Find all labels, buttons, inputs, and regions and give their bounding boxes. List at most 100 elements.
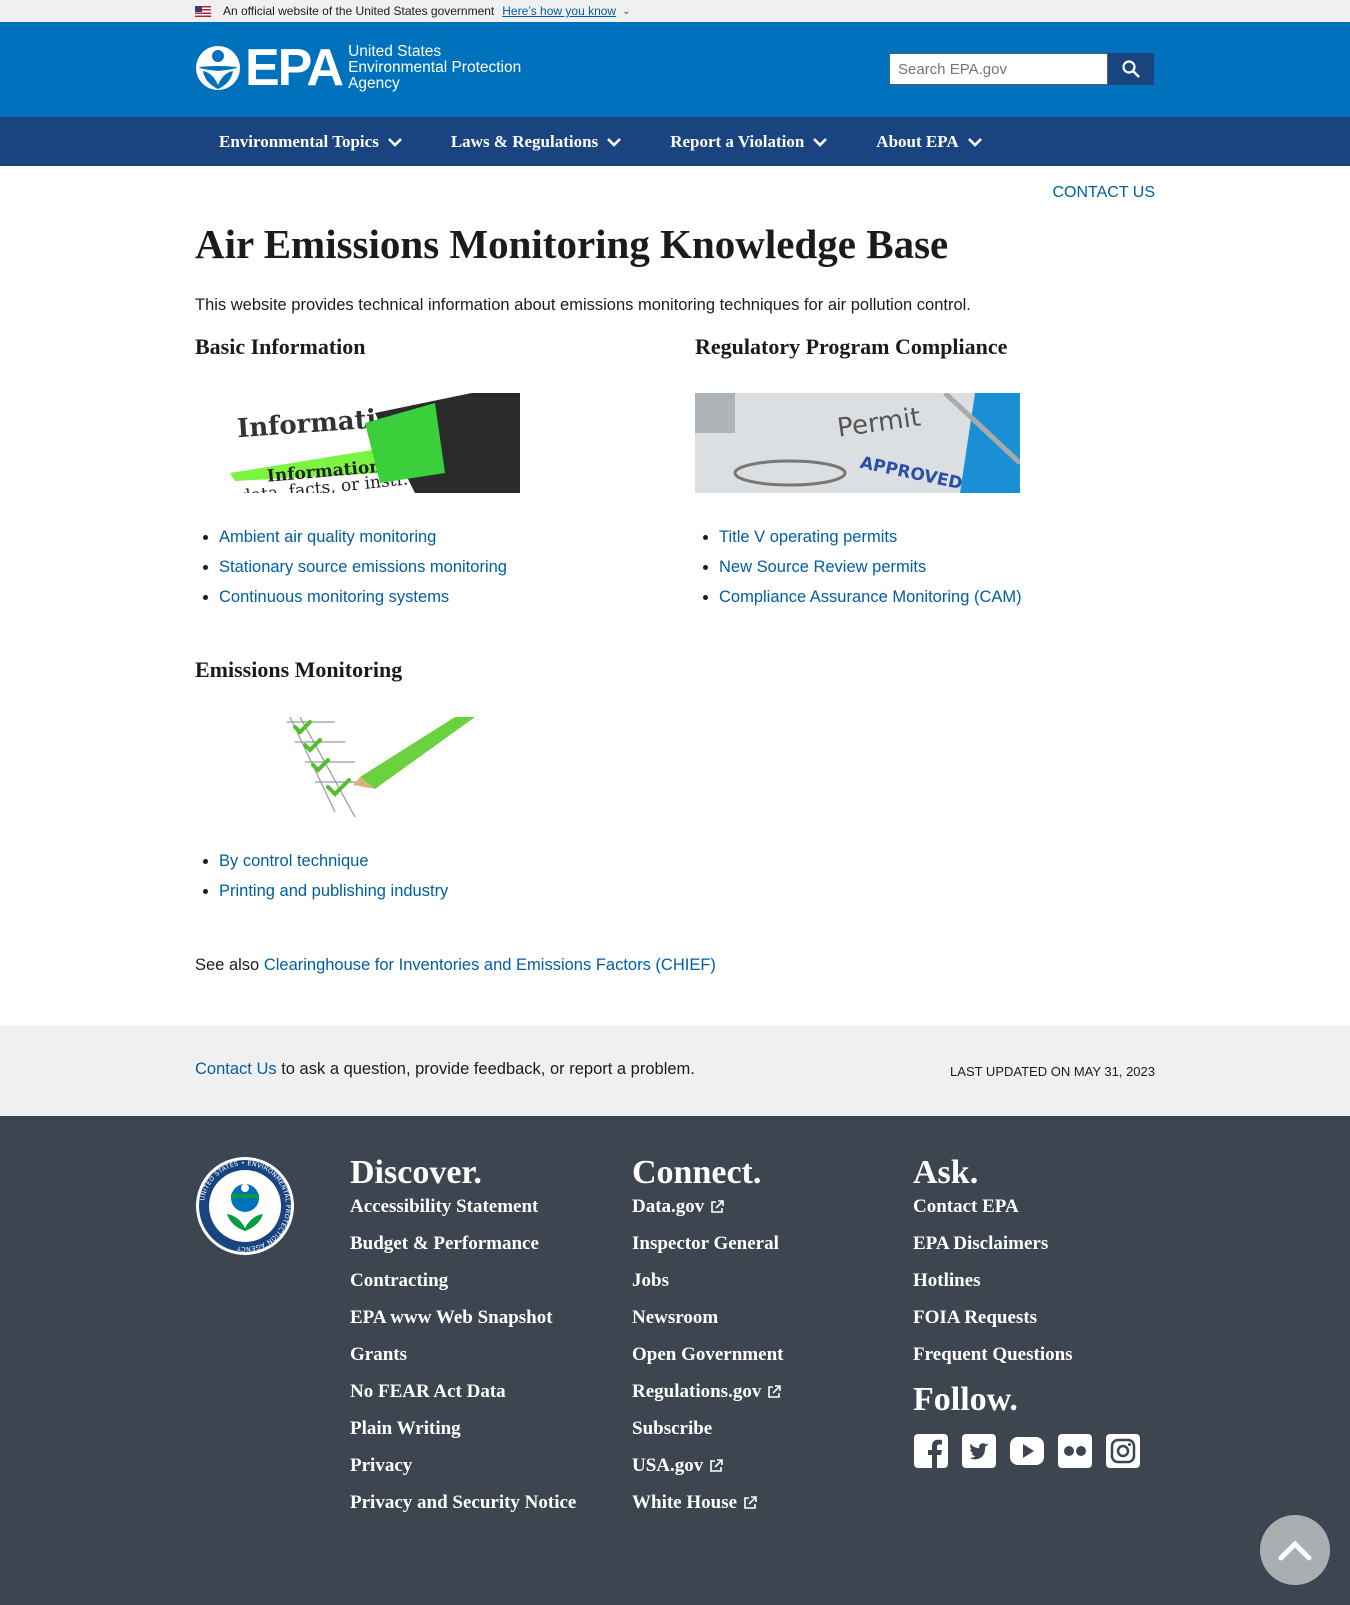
external-link-icon [710, 1458, 724, 1472]
youtube-icon[interactable] [1009, 1433, 1045, 1469]
footer-link-white-house[interactable]: White House [632, 1492, 783, 1513]
epa-flower-logo-icon [196, 46, 240, 90]
last-updated: LAST UPDATED ON MAY 31, 2023 [950, 1064, 1155, 1079]
flickr-icon[interactable] [1057, 1433, 1093, 1469]
nav-item-report-a-violation[interactable]: Report a Violation [646, 117, 852, 166]
footer-link-jobs[interactable]: Jobs [632, 1270, 783, 1291]
footer-link-privacy[interactable]: Privacy [350, 1455, 590, 1476]
chevron-down-icon [387, 137, 402, 147]
list-item: Continuous monitoring systems [219, 587, 507, 617]
list-item: Printing and publishing industry [219, 881, 448, 911]
footer-link-budget[interactable]: Budget & Performance [350, 1233, 590, 1254]
intro-text: This website provides technical informat… [195, 296, 971, 314]
epa-seal-icon[interactable]: UNITED STATES • ENVIRONMENTAL PROTECTION… [195, 1156, 295, 1256]
footer-link-disclaimers[interactable]: EPA Disclaimers [913, 1233, 1141, 1254]
footer-link-hotlines[interactable]: Hotlines [913, 1270, 1141, 1291]
link-cam[interactable]: Compliance Assurance Monitoring (CAM) [719, 588, 1022, 606]
nav-item-environmental-topics[interactable]: Environmental Topics [195, 117, 427, 166]
follow-heading: Follow. [913, 1381, 1018, 1418]
main-nav: Environmental Topics Laws & Regulations … [0, 117, 1350, 166]
back-to-top-button[interactable] [1260, 1515, 1330, 1585]
footer-link-plain-writing[interactable]: Plain Writing [350, 1418, 590, 1439]
twitter-icon[interactable] [961, 1433, 997, 1469]
footer-link-grants[interactable]: Grants [350, 1344, 590, 1365]
chevron-down-icon [813, 137, 828, 147]
footer-link-inspector-general[interactable]: Inspector General [632, 1233, 783, 1254]
basic-information-links: Ambient air quality monitoring Stationar… [195, 527, 507, 617]
us-flag-icon [195, 5, 211, 17]
nav-item-about-epa[interactable]: About EPA [852, 117, 1006, 166]
nav-item-laws-regulations[interactable]: Laws & Regulations [427, 117, 646, 166]
external-link-icon [744, 1495, 757, 1509]
link-continuous-monitoring[interactable]: Continuous monitoring systems [219, 588, 449, 606]
epa-logo[interactable]: EPA United States Environmental Protecti… [195, 39, 522, 97]
regulatory-compliance-links: Title V operating permits New Source Rev… [695, 527, 1022, 617]
feedback-contact-us-link[interactable]: Contact Us [195, 1060, 277, 1078]
footer-link-contact-epa[interactable]: Contact EPA [913, 1196, 1141, 1217]
link-title-v-permits[interactable]: Title V operating permits [719, 528, 897, 546]
footer-ask: Ask. Contact EPA EPA Disclaimers Hotline… [913, 1154, 1141, 1469]
connect-heading: Connect. [632, 1154, 762, 1191]
emissions-monitoring-links: By control technique Printing and publis… [195, 851, 448, 911]
list-item: Title V operating permits [719, 527, 1022, 557]
footer-link-open-government[interactable]: Open Government [632, 1344, 783, 1365]
social-links [913, 1433, 1141, 1469]
list-item: Stationary source emissions monitoring [219, 557, 507, 587]
external-link-icon [711, 1199, 725, 1213]
list-item: Ambient air quality monitoring [219, 527, 507, 557]
chevron-down-icon[interactable]: ⌄ [622, 6, 630, 17]
search-icon [1122, 60, 1140, 78]
footer-connect: Connect. Data.gov Inspector General Jobs… [632, 1154, 783, 1529]
footer-link-frequent-questions[interactable]: Frequent Questions [913, 1344, 1141, 1365]
link-stationary-source[interactable]: Stationary source emissions monitoring [219, 558, 507, 576]
section-heading-emissions-monitoring: Emissions Monitoring [195, 657, 403, 682]
footer-link-foia[interactable]: FOIA Requests [913, 1307, 1141, 1328]
site-footer: UNITED STATES • ENVIRONMENTAL PROTECTION… [0, 1116, 1350, 1605]
footer-link-usa-gov[interactable]: USA.gov [632, 1455, 783, 1476]
footer-discover: Discover. Accessibility Statement Budget… [350, 1154, 590, 1529]
page-title: Air Emissions Monitoring Knowledge Base [195, 221, 949, 267]
gov-banner-text: An official website of the United States… [223, 4, 495, 18]
instagram-icon[interactable] [1105, 1433, 1141, 1469]
link-new-source-review[interactable]: New Source Review permits [719, 558, 926, 576]
chevron-down-icon [967, 137, 982, 147]
feedback-text: Contact Us to ask a question, provide fe… [195, 1060, 695, 1078]
facebook-icon[interactable] [913, 1433, 949, 1469]
footer-link-privacy-security[interactable]: Privacy and Security Notice [350, 1492, 590, 1513]
external-link-icon [768, 1384, 782, 1398]
feedback-bar: Contact Us to ask a question, provide fe… [0, 1026, 1350, 1116]
list-item: By control technique [219, 851, 448, 881]
footer-link-contracting[interactable]: Contracting [350, 1270, 590, 1291]
see-also: See also Clearinghouse for Inventories a… [195, 956, 716, 975]
ask-heading: Ask. [913, 1154, 979, 1191]
chevron-down-icon [607, 137, 622, 147]
section-heading-basic-information: Basic Information [195, 334, 366, 359]
gov-banner: An official website of the United States… [0, 0, 1350, 22]
see-also-label: See also [195, 956, 260, 974]
search-input[interactable] [889, 53, 1108, 85]
footer-link-data-gov[interactable]: Data.gov [632, 1196, 783, 1217]
section-heading-regulatory-compliance: Regulatory Program Compliance [695, 334, 1008, 359]
footer-link-web-snapshot[interactable]: EPA www Web Snapshot [350, 1307, 590, 1328]
footer-link-subscribe[interactable]: Subscribe [632, 1418, 783, 1439]
logo-text: EPA [245, 39, 344, 97]
permit-approved-image: Permit APPROVED [695, 393, 1020, 493]
agency-name: United States Environmental Protection A… [348, 43, 522, 92]
chevron-up-icon [1278, 1540, 1312, 1561]
heres-how-you-know-link[interactable]: Here’s how you know [502, 4, 616, 18]
footer-link-accessibility[interactable]: Accessibility Statement [350, 1196, 590, 1217]
link-ambient-air-quality[interactable]: Ambient air quality monitoring [219, 528, 436, 546]
link-chief[interactable]: Clearinghouse for Inventories and Emissi… [264, 956, 716, 974]
site-search [889, 53, 1154, 85]
contact-us-link[interactable]: CONTACT US [1052, 184, 1155, 202]
search-button[interactable] [1108, 53, 1154, 85]
link-by-control-technique[interactable]: By control technique [219, 852, 369, 870]
list-item: New Source Review permits [719, 557, 1022, 587]
list-item: Compliance Assurance Monitoring (CAM) [719, 587, 1022, 617]
checklist-image [195, 717, 520, 817]
footer-link-no-fear[interactable]: No FEAR Act Data [350, 1381, 590, 1402]
footer-link-newsroom[interactable]: Newsroom [632, 1307, 783, 1328]
footer-link-regulations-gov[interactable]: Regulations.gov [632, 1381, 783, 1402]
site-header: EPA United States Environmental Protecti… [0, 22, 1350, 117]
link-printing-publishing[interactable]: Printing and publishing industry [219, 882, 448, 900]
